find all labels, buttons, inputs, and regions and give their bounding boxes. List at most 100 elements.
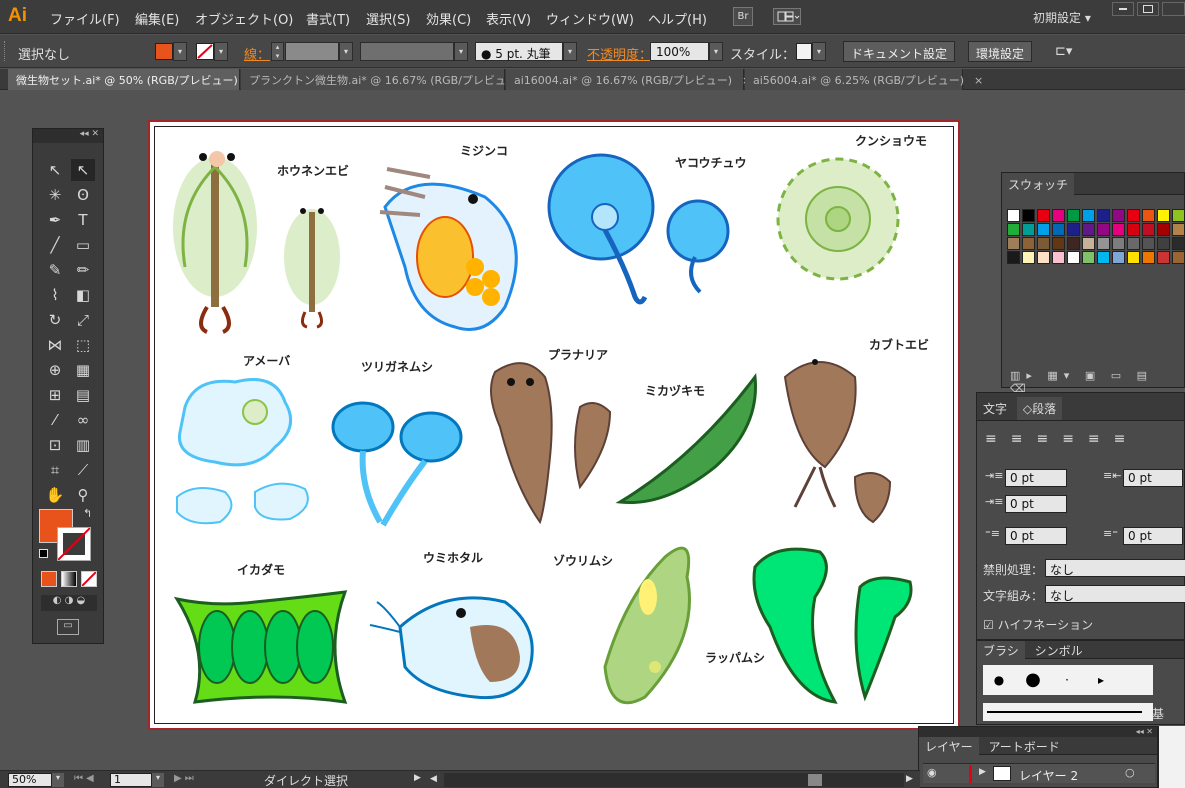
gradient-tool-icon[interactable]: ▤ xyxy=(71,384,95,406)
brush-definition[interactable]: ● 5 pt. 丸筆 xyxy=(475,42,563,61)
planaria-illustration[interactable] xyxy=(490,362,612,525)
fill-color-swatch[interactable] xyxy=(155,43,173,60)
hyphenation-checkbox[interactable]: ☑ ハイフネーション xyxy=(983,616,1093,633)
shape-builder-tool-icon[interactable]: ⊕ xyxy=(43,359,67,381)
swatch-21[interactable] xyxy=(1142,223,1155,236)
pediastrum-illustration[interactable] xyxy=(776,157,900,281)
artboard[interactable]: ホウネンエビ ミジンコ ヤコウチュウ クンショウモ アメーバ ツリガネムシ プラ… xyxy=(154,126,954,724)
stroke-dropdown[interactable]: ▾ xyxy=(214,42,228,61)
scale-tool-icon[interactable]: ⤢ xyxy=(71,309,95,331)
arrange-documents-button[interactable] xyxy=(773,8,801,25)
pen-tool-icon[interactable]: ✒ xyxy=(43,209,67,231)
artboard-nav-next[interactable]: ▶⏭ xyxy=(174,773,197,784)
space-after-field[interactable]: 0 pt xyxy=(1123,527,1183,545)
swatch-27[interactable] xyxy=(1052,237,1065,250)
graphic-style-swatch[interactable] xyxy=(796,43,812,60)
swatch-14[interactable] xyxy=(1037,223,1050,236)
tadpole-shrimp-illustration[interactable] xyxy=(783,359,892,524)
swatch-43[interactable] xyxy=(1112,251,1125,264)
tab-document-2[interactable]: プランクトン微生物.ai* @ 16.67% (RGB/プレビュー)× xyxy=(241,69,540,90)
mojigumi-select[interactable]: なし xyxy=(1045,585,1185,603)
swatch-8[interactable] xyxy=(1127,209,1140,222)
stroke-label[interactable]: 線： xyxy=(244,44,270,63)
space-before-field[interactable]: 0 pt xyxy=(1005,527,1067,545)
eyedropper-tool-icon[interactable]: ⁄ xyxy=(43,409,67,431)
scroll-left-arrow[interactable]: ◀ xyxy=(430,774,437,784)
menu-object[interactable]: オブジェクト(O) xyxy=(195,9,293,28)
none-mode-button[interactable] xyxy=(81,571,97,587)
rectangle-tool-icon[interactable]: ▭ xyxy=(71,234,95,256)
swatch-18[interactable] xyxy=(1097,223,1110,236)
tab-brushes[interactable]: ブラシ xyxy=(977,641,1025,660)
swatch-26[interactable] xyxy=(1037,237,1050,250)
menu-view[interactable]: 表示(V) xyxy=(486,9,531,28)
menu-window[interactable]: ウィンドウ(W) xyxy=(546,9,634,28)
scrollbar-thumb[interactable] xyxy=(808,774,822,786)
horizontal-scrollbar[interactable] xyxy=(444,773,904,787)
swatch-19[interactable] xyxy=(1112,223,1125,236)
daphnia-illustration[interactable] xyxy=(379,167,518,331)
perspective-grid-tool-icon[interactable]: ▦ xyxy=(71,359,95,381)
swatch-35[interactable] xyxy=(1172,237,1185,250)
swatch-31[interactable] xyxy=(1112,237,1125,250)
type-tool-icon[interactable]: T xyxy=(71,209,95,231)
stroke-swatch[interactable] xyxy=(57,527,91,561)
swatch-0[interactable] xyxy=(1007,209,1020,222)
amoeba-illustration[interactable] xyxy=(176,378,309,525)
artboard-number-field[interactable]: 1 xyxy=(110,773,152,787)
swatch-5[interactable] xyxy=(1082,209,1095,222)
opacity-dropdown[interactable]: ▾ xyxy=(709,42,723,61)
swatch-23[interactable] xyxy=(1172,223,1185,236)
stentor-illustration[interactable] xyxy=(752,547,913,704)
direct-selection-tool-icon[interactable]: ↖ xyxy=(71,159,95,181)
magic-wand-tool-icon[interactable]: ✳ xyxy=(43,184,67,206)
tab-symbols[interactable]: シンボル xyxy=(1029,641,1089,660)
brush-preview-row[interactable]: ● ● · ▸ xyxy=(983,665,1153,695)
hand-tool-icon[interactable]: ✋ xyxy=(43,484,67,506)
artboard-tool-icon[interactable]: ⌗ xyxy=(43,459,67,481)
swatch-9[interactable] xyxy=(1142,209,1155,222)
zoom-field[interactable]: 50% xyxy=(8,773,52,787)
swatch-22[interactable] xyxy=(1157,223,1170,236)
column-graph-tool-icon[interactable]: ▥ xyxy=(71,434,95,456)
line-tool-icon[interactable]: ╱ xyxy=(43,234,67,256)
swatch-47[interactable] xyxy=(1172,251,1185,264)
width-tool-icon[interactable]: ⋈ xyxy=(43,334,67,356)
brush-dropdown[interactable]: ▾ xyxy=(563,42,577,61)
tab-document-3[interactable]: ai16004.ai* @ 16.67% (RGB/プレビュー)× xyxy=(506,69,751,90)
variable-width-profile[interactable] xyxy=(360,42,454,61)
swatch-17[interactable] xyxy=(1082,223,1095,236)
maximize-button[interactable] xyxy=(1137,2,1159,16)
brush-small-dot-icon[interactable]: ● xyxy=(983,665,1015,695)
lasso-tool-icon[interactable]: ʘ xyxy=(71,184,95,206)
swatch-38[interactable] xyxy=(1037,251,1050,264)
grip-handle[interactable] xyxy=(4,41,7,61)
swatch-36[interactable] xyxy=(1007,251,1020,264)
scenedesmus-illustration[interactable] xyxy=(173,590,348,704)
slice-tool-icon[interactable]: ⟋ xyxy=(71,459,95,481)
swatch-44[interactable] xyxy=(1127,251,1140,264)
tab-paragraph[interactable]: ◇段落 xyxy=(1016,397,1063,420)
tab-document-4[interactable]: ai56004.ai* @ 6.25% (RGB/プレビュー) × xyxy=(745,69,983,90)
rotate-tool-icon[interactable]: ↻ xyxy=(43,309,67,331)
kinsoku-select[interactable]: なし xyxy=(1045,559,1185,577)
paintbrush-tool-icon[interactable]: ✎ xyxy=(43,259,67,281)
toolbox-header[interactable]: ◂◂ ✕ xyxy=(33,129,103,143)
opacity-field[interactable]: 100% xyxy=(650,42,709,61)
tab-artboards[interactable]: アートボード xyxy=(982,737,1065,756)
tab-character[interactable]: 文字 xyxy=(977,397,1013,420)
swatch-2[interactable] xyxy=(1037,209,1050,222)
screen-mode-icon[interactable]: ▭ xyxy=(57,619,79,635)
swatch-13[interactable] xyxy=(1022,223,1035,236)
swatch-41[interactable] xyxy=(1082,251,1095,264)
swatch-15[interactable] xyxy=(1052,223,1065,236)
menu-select[interactable]: 選択(S) xyxy=(366,9,410,28)
symbol-sprayer-tool-icon[interactable]: ⊡ xyxy=(43,434,67,456)
drawing-modes[interactable]: ◐ ◑ ◒ xyxy=(41,595,97,611)
expand-layer-icon[interactable]: ▶ xyxy=(979,767,986,777)
style-dropdown[interactable]: ▾ xyxy=(812,42,826,61)
stroke-weight-stepper[interactable]: ▴ ▾ xyxy=(271,42,284,61)
bridge-button[interactable]: Br xyxy=(733,7,753,26)
minimize-button[interactable] xyxy=(1112,2,1134,16)
tab-document-1[interactable]: 微生物セット.ai* @ 50% (RGB/プレビュー)× xyxy=(8,69,257,90)
